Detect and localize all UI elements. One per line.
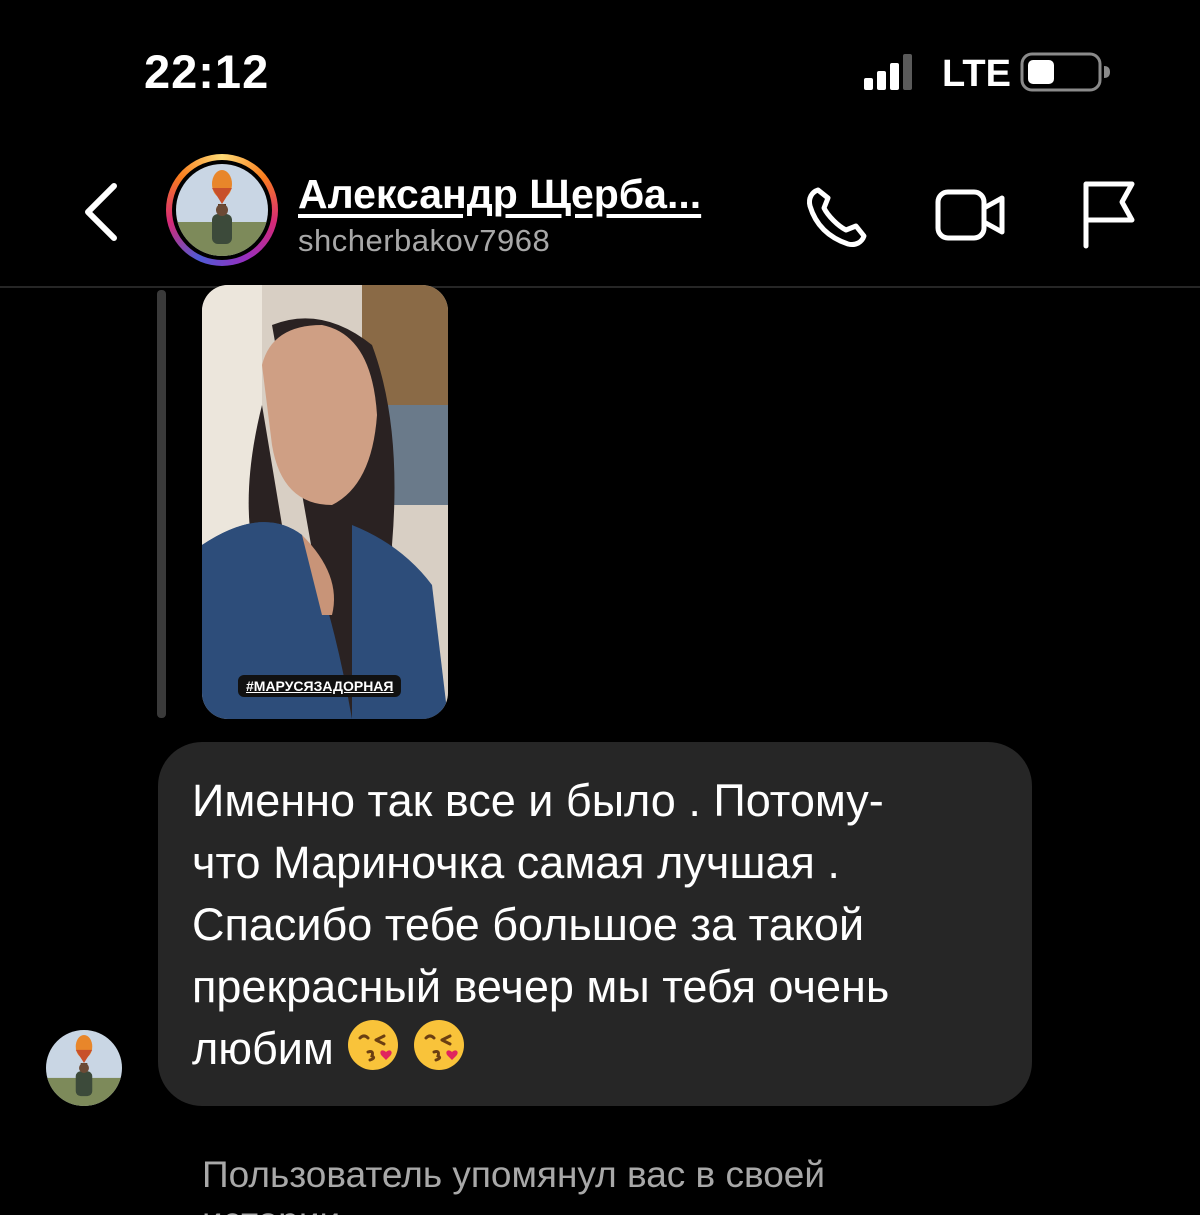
kissing-face-with-heart-emoji [413,1020,464,1070]
dm-thread-screen: 22:12 LTE Александр Щерба... shcherbakov… [0,0,1200,1215]
avatar-photo [46,1030,122,1106]
phone-icon[interactable] [796,176,876,256]
avatar-photo [176,164,268,256]
signal-icon [864,54,912,90]
back-chevron-icon[interactable] [74,176,134,248]
chat-header: Александр Щерба... shcherbakov7968 [0,140,1200,288]
message-bubble[interactable]: Именно так все и было . Потому- что Мари… [158,742,1032,1106]
contact-username: shcherbakov7968 [298,223,551,258]
battery-icon [1020,52,1110,92]
video-camera-icon[interactable] [930,176,1010,256]
story-photo [202,285,448,719]
contact-name[interactable]: Александр Щерба... [298,170,701,218]
kissing-face-with-heart-emoji [347,1020,398,1070]
contact-avatar[interactable] [166,154,278,266]
story-hashtag[interactable]: #МАРУСЯЗАДОРНАЯ [238,675,402,697]
story-mention-note: Пользователь упомянул вас в своей истори… [202,1154,826,1215]
network-type-label: LTE [942,53,1011,95]
story-preview[interactable]: #МАРУСЯЗАДОРНАЯ [202,285,448,719]
sender-avatar[interactable] [46,1030,122,1106]
reply-indicator-line [157,290,166,718]
message-text: Именно так все и было . Потому- что Мари… [192,775,890,1074]
flag-icon[interactable] [1076,176,1156,256]
status-time: 22:12 [144,45,270,98]
